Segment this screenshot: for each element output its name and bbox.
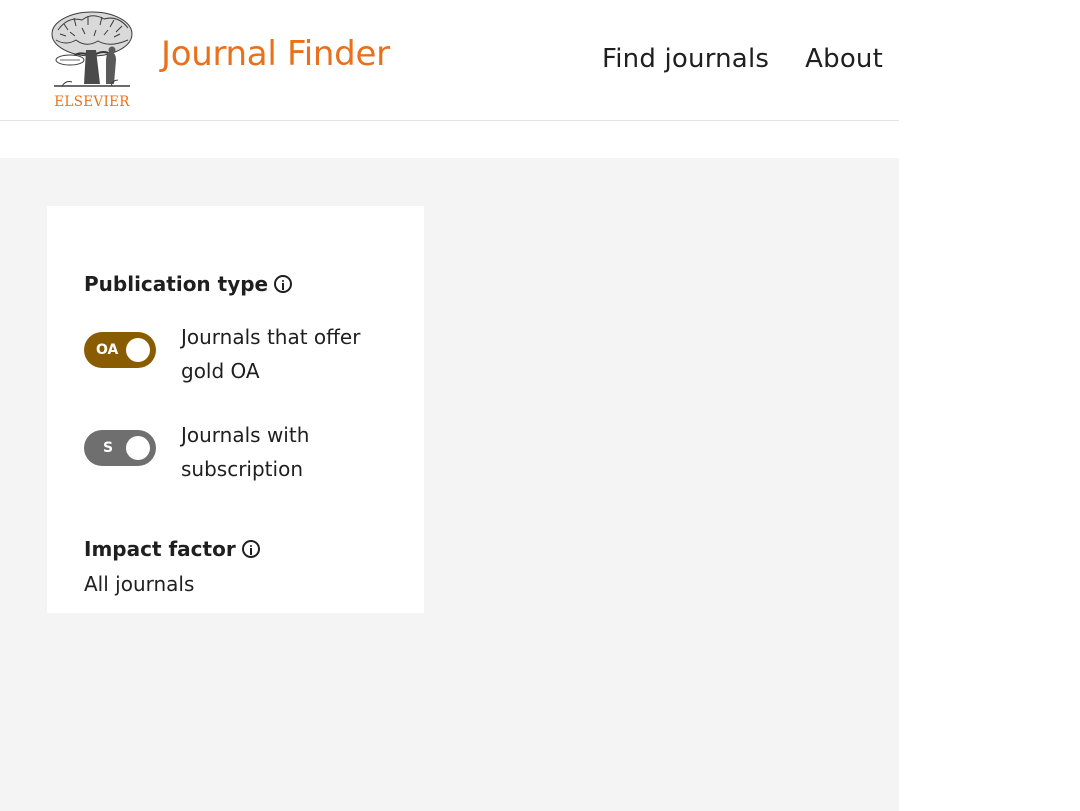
page-viewport: ELSEVIER Journal Finder Find journals Ab… <box>0 0 899 811</box>
toggle-knob <box>126 338 150 362</box>
toggle-knob <box>126 436 150 460</box>
main-navigation: Find journals About <box>602 44 883 74</box>
elsevier-logo[interactable]: ELSEVIER <box>46 10 138 110</box>
impact-factor-heading: Impact factor <box>84 537 260 561</box>
app-title[interactable]: Journal Finder <box>161 34 390 74</box>
impact-factor-label: Impact factor <box>84 537 236 561</box>
publication-type-label: Publication type <box>84 272 269 296</box>
main-content: Publication type OA Journals that offer … <box>0 158 899 811</box>
impact-factor-value[interactable]: All journals <box>84 572 194 596</box>
elsevier-tree-logo-icon <box>51 11 133 87</box>
subscription-toggle[interactable]: S <box>84 430 156 466</box>
site-header: ELSEVIER Journal Finder Find journals Ab… <box>0 0 899 121</box>
nav-about-link[interactable]: About <box>805 44 883 74</box>
header-spacer <box>0 121 899 158</box>
filter-panel: Publication type OA Journals that offer … <box>47 206 424 613</box>
info-icon[interactable] <box>274 275 293 293</box>
elsevier-wordmark: ELSEVIER <box>54 94 130 110</box>
oa-badge: OA <box>96 342 119 358</box>
info-icon[interactable] <box>241 540 260 558</box>
blank-area <box>899 0 1080 811</box>
subscription-label: Journals with subscription <box>181 423 310 481</box>
gold-oa-toggle[interactable]: OA <box>84 332 156 368</box>
subscription-badge: S <box>103 440 114 456</box>
publication-type-heading: Publication type <box>84 272 293 296</box>
gold-oa-label: Journals that offer gold OA <box>181 325 361 383</box>
nav-find-journals-link[interactable]: Find journals <box>602 44 769 74</box>
